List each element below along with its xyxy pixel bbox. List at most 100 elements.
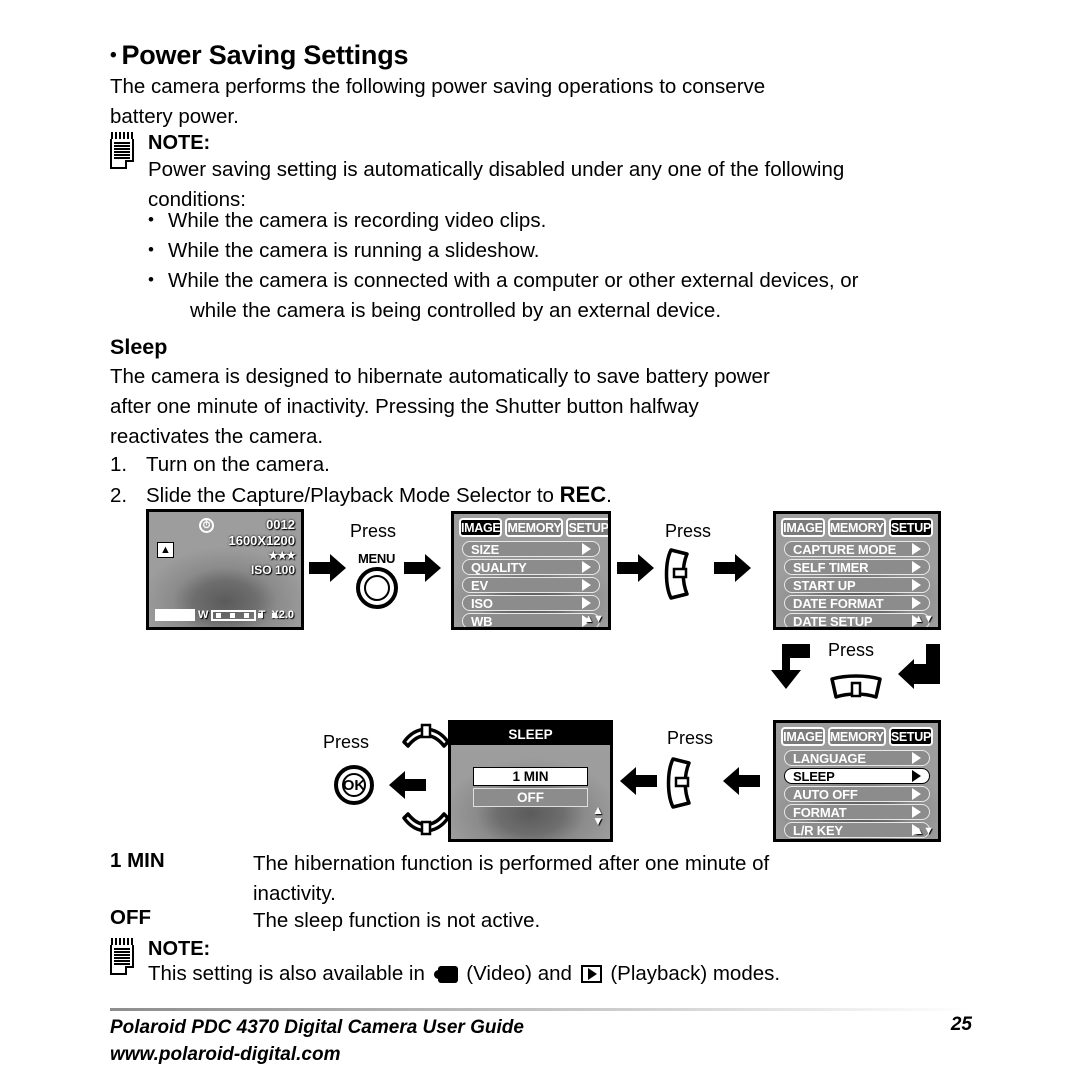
press-label: Press — [667, 728, 714, 748]
tab-image[interactable]: IMAGE — [459, 518, 503, 537]
menu-item-date-setup[interactable]: DATE SETUP — [784, 613, 930, 627]
flow-arrow-left — [722, 766, 760, 796]
step-2-text: Slide the Capture/Playback Mode Selector… — [146, 484, 560, 507]
note-bullet-list: While the camera is recording video clip… — [146, 205, 972, 326]
down-key-button[interactable] — [402, 812, 450, 845]
tab-memory[interactable]: MEMORY — [827, 518, 886, 537]
menu-item-format[interactable]: FORMAT — [784, 804, 930, 820]
flow-arrow-down-corner — [766, 644, 814, 690]
chevron-right-icon — [912, 752, 921, 764]
menu-item-label: QUALITY — [471, 559, 527, 575]
menu-item-iso[interactable]: ISO — [462, 595, 600, 611]
menu-item-label: DATE FORMAT — [793, 595, 884, 611]
menu-item-label: WB — [471, 613, 493, 629]
menu-item-capture-mode[interactable]: CAPTURE MODE — [784, 541, 930, 557]
sleep-heading: Sleep — [110, 335, 168, 359]
chevron-right-icon — [582, 597, 591, 609]
menu-item-ev[interactable]: EV — [462, 577, 600, 593]
right-key-button[interactable] — [665, 757, 697, 814]
setup-menu-screen-page1: IMAGE MEMORY SETUP CAPTURE MODE SELF TIM… — [773, 511, 941, 630]
menu-button[interactable] — [356, 567, 398, 609]
zoom-bar-row: W T X2.0 — [155, 608, 297, 622]
sleep-option-off[interactable]: OFF — [473, 788, 588, 807]
notepad-spiral — [110, 938, 134, 945]
menu-item-label: CAPTURE MODE — [793, 541, 897, 557]
menu-item-start-up[interactable]: START UP — [784, 577, 930, 593]
menu-item-self-timer[interactable]: SELF TIMER — [784, 559, 930, 575]
video-mode-icon — [433, 966, 458, 983]
note-label: NOTE: — [148, 132, 211, 154]
menu-tab-bar: IMAGE MEMORY SETUP — [781, 518, 933, 537]
step-2-number: 2. — [110, 484, 128, 507]
menu-item-label: EV — [471, 577, 488, 593]
tab-setup[interactable]: SETUP — [888, 518, 933, 537]
flow-arrow-right — [404, 553, 442, 583]
menu-item-quality[interactable]: QUALITY — [462, 559, 600, 575]
flow-arrow-right — [714, 553, 752, 583]
notepad-icon — [110, 132, 134, 169]
tab-image[interactable]: IMAGE — [781, 518, 825, 537]
tab-memory[interactable]: MEMORY — [827, 727, 886, 746]
page-title: • Power Saving Settings — [110, 40, 409, 71]
menu-item-label: ISO — [471, 595, 493, 611]
tab-setup[interactable]: SETUP — [566, 518, 608, 537]
iso-label: ISO 100 — [250, 563, 295, 577]
menu-item-auto-off[interactable]: AUTO OFF — [784, 786, 930, 802]
resolution-label: 1600X1200 — [228, 533, 295, 548]
flow-arrow-right — [617, 553, 655, 583]
menu-item-label: AUTO OFF — [793, 786, 858, 802]
sleep-paragraph-line-1: The camera is designed to hibernate auto… — [110, 365, 770, 388]
sleep-option-1min[interactable]: 1 MIN — [473, 767, 588, 786]
definition-desc-off: The sleep function is not active. — [253, 906, 972, 936]
menu-item-label: L/R KEY — [793, 822, 843, 838]
chevron-right-icon — [912, 806, 921, 818]
menu-item-language[interactable]: LANGUAGE — [784, 750, 930, 766]
notepad-folded-corner — [125, 160, 134, 169]
step-2-text-end: . — [606, 484, 612, 507]
step-1: 1. Turn on the camera. — [110, 450, 330, 480]
menu-item-label: SLEEP — [793, 768, 835, 784]
scroll-indicator-icon: ▲▼ — [913, 825, 934, 837]
step-2: 2. Slide the Capture/Playback Mode Select… — [110, 480, 612, 511]
chevron-right-icon — [912, 788, 921, 800]
menu-tab-bar: IMAGE MEMORY SETUP — [781, 727, 933, 746]
manual-page: • Power Saving Settings The camera perfor… — [0, 0, 1080, 1080]
ok-button-label: OK — [342, 773, 366, 797]
menu-item-sleep[interactable]: SLEEP — [784, 768, 930, 784]
notepad-folded-corner — [125, 966, 134, 975]
menu-button-inner — [364, 575, 390, 601]
page-title-text: Power Saving Settings — [121, 40, 409, 70]
note-bottom-body: This setting is also available in (Video… — [148, 959, 972, 989]
sleep-paragraph-line-3: reactivates the camera. — [110, 425, 324, 448]
sleep-dialog-screen: SLEEP 1 MIN OFF ▲ ▼ — [448, 720, 613, 842]
up-key-button[interactable] — [402, 720, 450, 753]
menu-item-date-format[interactable]: DATE FORMAT — [784, 595, 930, 611]
chevron-right-icon — [912, 579, 921, 591]
menu-item-lr-key[interactable]: L/R KEY — [784, 822, 930, 838]
chevron-right-icon — [912, 561, 921, 573]
tab-image[interactable]: IMAGE — [781, 727, 825, 746]
flow-arrow-right — [309, 553, 347, 583]
scroll-indicator-icon: ▲▼ — [592, 803, 604, 828]
right-key-button[interactable] — [663, 548, 695, 605]
menu-item-wb[interactable]: WB — [462, 613, 600, 629]
down-key-button[interactable] — [830, 673, 882, 708]
playback-mode-icon — [580, 965, 602, 983]
menu-item-size[interactable]: SIZE — [462, 541, 600, 557]
tab-setup[interactable]: SETUP — [888, 727, 933, 746]
tab-memory[interactable]: MEMORY — [505, 518, 564, 537]
intro-paragraph: The camera performs the following power … — [110, 72, 972, 132]
step-1-text: Turn on the camera. — [146, 453, 330, 476]
menu-item-label: START UP — [793, 577, 856, 593]
list-item: While the camera is running a slideshow. — [146, 235, 972, 266]
chevron-right-icon — [912, 597, 921, 609]
ok-button[interactable]: OK — [334, 765, 374, 805]
flow-arrow-left — [388, 770, 426, 800]
battery-icon — [155, 609, 195, 621]
footer-line-2: www.polaroid-digital.com — [110, 1044, 341, 1065]
image-counter: 0012 — [266, 517, 295, 532]
menu-item-label: LANGUAGE — [793, 750, 866, 766]
list-item: While the camera is recording video clip… — [146, 205, 972, 236]
scroll-indicator-icon: ▲▼ — [583, 613, 604, 625]
zoom-wide-label: W — [198, 609, 209, 621]
